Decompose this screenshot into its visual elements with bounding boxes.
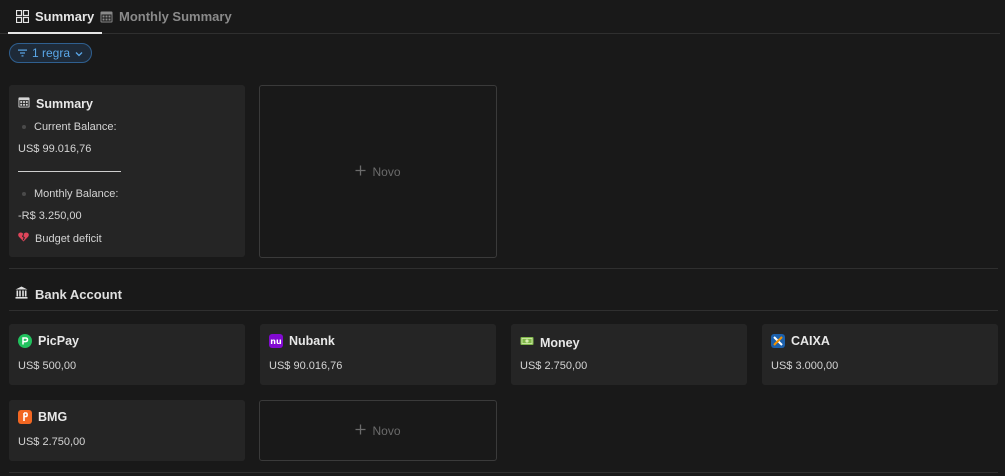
bullet-icon <box>22 125 26 129</box>
bank-account-section-title[interactable]: Bank Account <box>15 286 122 302</box>
account-name: PicPay <box>38 334 80 348</box>
monthly-balance-label: Monthly Balance: <box>34 188 119 200</box>
bank-icon <box>15 286 28 302</box>
account-title: nu Nubank <box>269 334 335 348</box>
tab-monthly-summary-label: Monthly Summary <box>119 9 232 24</box>
account-card-money[interactable]: Money US$ 2.750,00 <box>511 324 747 385</box>
current-balance-label-row: Current Balance: <box>18 121 117 133</box>
account-balance: US$ 2.750,00 <box>18 436 86 448</box>
chevron-down-icon <box>75 46 83 60</box>
account-card-picpay[interactable]: PicPay US$ 500,00 <box>9 324 245 385</box>
account-name: CAIXA <box>791 334 830 348</box>
monthly-balance-label-row: Monthly Balance: <box>18 188 118 200</box>
filter-rule-label: 1 regra <box>32 46 71 60</box>
caixa-logo-icon <box>771 334 785 348</box>
grid-icon <box>16 10 29 23</box>
money-icon <box>520 334 534 351</box>
tab-summary-label: Summary <box>35 9 95 24</box>
plus-icon <box>355 424 366 438</box>
account-name: Money <box>540 335 580 350</box>
plus-icon <box>355 165 366 179</box>
budget-status-text: Budget deficit <box>35 232 102 245</box>
section-divider <box>9 310 998 311</box>
bullet-icon <box>22 192 26 196</box>
account-title: Money <box>520 334 580 351</box>
new-card-label: Novo <box>372 164 401 179</box>
account-balance: US$ 90.016,76 <box>269 360 343 372</box>
current-balance-value: US$ 99.016,76 <box>18 143 92 155</box>
summary-card[interactable]: Summary Current Balance: US$ 99.016,76 M… <box>9 85 245 257</box>
tab-summary[interactable]: Summary <box>8 0 103 34</box>
section-title-text: Bank Account <box>35 286 122 302</box>
new-card-button[interactable]: Novo <box>259 85 497 258</box>
filter-rule-button[interactable]: 1 regra <box>9 43 93 63</box>
nubank-logo-icon: nu <box>269 334 283 348</box>
new-account-label: Novo <box>372 423 401 438</box>
summary-title-text: Summary <box>36 96 93 111</box>
tab-monthly-summary[interactable]: Monthly Summary <box>100 0 232 33</box>
bmg-logo-icon <box>18 410 32 424</box>
budget-status-row: Budget deficit <box>18 232 102 245</box>
section-divider <box>9 268 998 269</box>
filter-icon <box>18 46 27 60</box>
svg-text:nu: nu <box>270 337 282 346</box>
account-card-bmg[interactable]: BMG US$ 2.750,00 <box>9 400 245 461</box>
view-tabs: Summary Monthly Summary <box>0 0 1000 34</box>
summary-divider <box>18 171 121 172</box>
account-name: BMG <box>38 410 68 424</box>
account-title: BMG <box>18 410 67 424</box>
calendar-icon <box>18 96 30 111</box>
account-balance: US$ 3.000,00 <box>771 360 839 372</box>
summary-card-title: Summary <box>18 96 93 111</box>
account-card-caixa[interactable]: CAIXA US$ 3.000,00 <box>762 324 998 385</box>
account-card-nubank[interactable]: nu Nubank US$ 90.016,76 <box>260 324 496 385</box>
account-balance: US$ 2.750,00 <box>520 360 588 372</box>
current-balance-label: Current Balance: <box>34 121 117 133</box>
picpay-logo-icon <box>18 334 32 348</box>
section-divider <box>9 472 998 473</box>
account-balance: US$ 500,00 <box>18 360 77 372</box>
account-title: CAIXA <box>771 334 830 348</box>
new-account-button[interactable]: Novo <box>259 400 497 461</box>
account-name: Nubank <box>289 334 335 348</box>
account-title: PicPay <box>18 334 79 348</box>
calendar-icon <box>100 10 113 23</box>
monthly-balance-value: -R$ 3.250,00 <box>18 210 82 222</box>
broken-heart-icon <box>18 232 29 245</box>
